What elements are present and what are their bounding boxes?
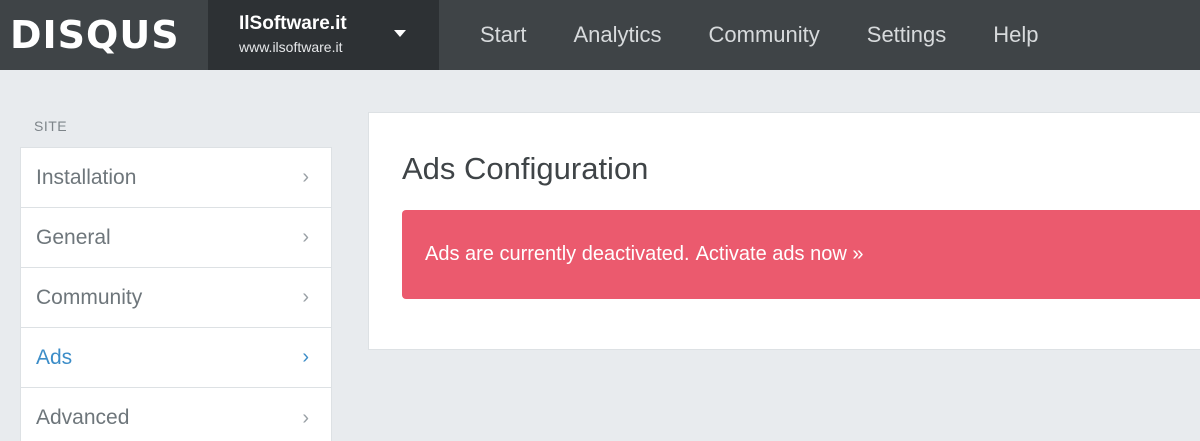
nav-item-start[interactable]: Start [480, 22, 526, 48]
site-name: IlSoftware.it [239, 13, 347, 34]
top-navigation-bar: DISQUS IlSoftware.it www.ilsoftware.it S… [0, 0, 1200, 70]
chevron-right-icon: › [302, 406, 309, 429]
chevron-right-icon: › [302, 346, 309, 368]
sidebar-item-label: Advanced [36, 406, 130, 429]
ads-configuration-panel: Ads Configuration Ads are currently deac… [368, 112, 1200, 350]
sidebar-item-label: Community [36, 285, 143, 309]
nav-item-analytics[interactable]: Analytics [573, 22, 661, 48]
activate-ads-link[interactable]: Activate ads now » [696, 243, 864, 266]
sidebar-section-label: SITE [34, 118, 68, 134]
chevron-right-icon: › [302, 286, 309, 308]
page-title: Ads Configuration [402, 151, 649, 186]
sidebar-item-label: Installation [36, 165, 137, 189]
alert-message: Ads are currently deactivated. [425, 243, 690, 265]
ads-deactivated-alert: Ads are currently deactivated. Activate … [402, 210, 1200, 299]
nav-item-community[interactable]: Community [709, 22, 820, 48]
nav-item-help[interactable]: Help [993, 22, 1038, 48]
nav-item-settings[interactable]: Settings [867, 22, 947, 48]
site-url: www.ilsoftware.it [239, 39, 343, 55]
sidebar-item-community[interactable]: Community › [21, 268, 331, 328]
sidebar-item-ads[interactable]: Ads › [21, 328, 331, 388]
site-switcher-dropdown[interactable]: IlSoftware.it www.ilsoftware.it [208, 0, 439, 70]
sidebar-item-advanced[interactable]: Advanced › [21, 388, 331, 441]
chevron-right-icon: › [302, 166, 309, 188]
settings-sidebar: Installation › General › Community › Ads… [20, 147, 332, 441]
sidebar-item-label: General [36, 225, 111, 249]
sidebar-item-installation[interactable]: Installation › [21, 148, 331, 208]
chevron-right-icon: › [302, 226, 309, 248]
disqus-logo[interactable]: DISQUS [0, 0, 208, 70]
caret-down-icon[interactable] [394, 30, 406, 37]
site-switcher-names: IlSoftware.it www.ilsoftware.it [239, 13, 347, 57]
sidebar-item-label: Ads [36, 345, 73, 369]
main-nav: Start Analytics Community Settings Help [439, 0, 1086, 70]
sidebar-item-general[interactable]: General › [21, 208, 331, 268]
